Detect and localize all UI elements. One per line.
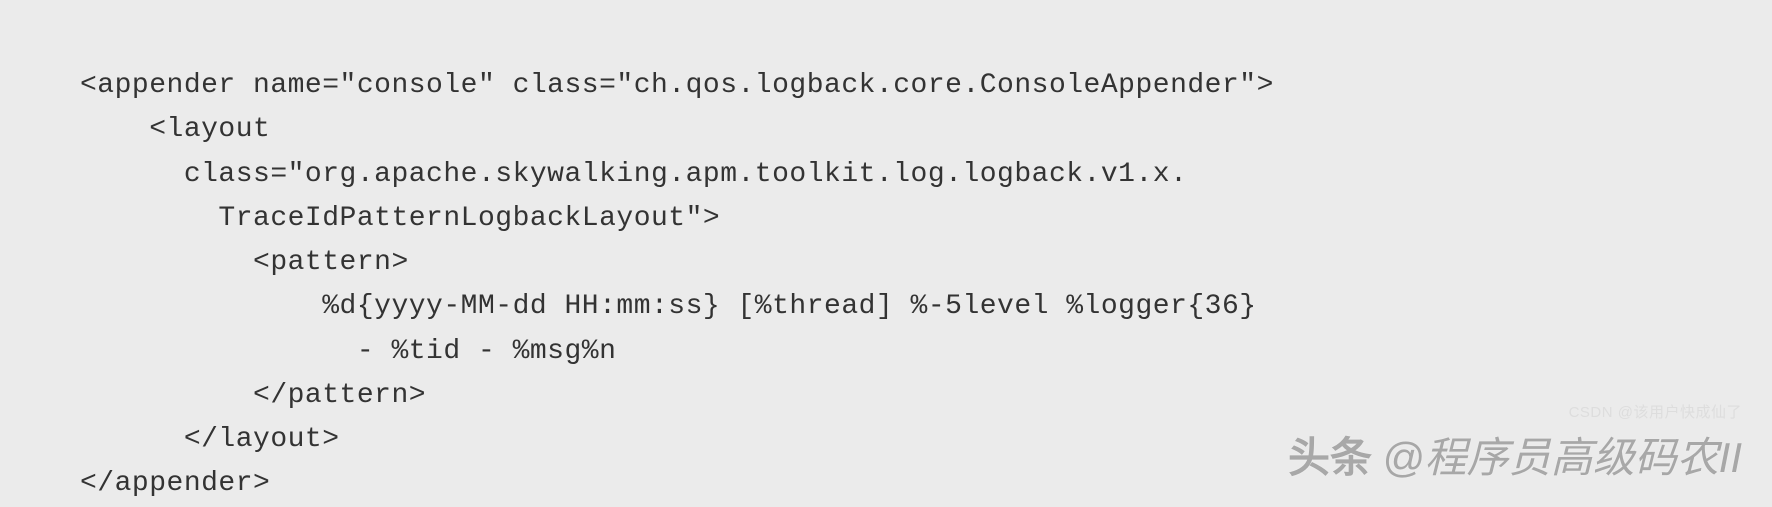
code-line: </appender> — [80, 468, 270, 499]
code-line: - %tid - %msg%n — [80, 336, 616, 367]
code-line: %d{yyyy-MM-dd HH:mm:ss} [%thread] %-5lev… — [80, 291, 1257, 322]
code-line: </layout> — [80, 424, 340, 455]
csdn-watermark: CSDN @该用户快成仙了 — [1569, 401, 1742, 422]
code-line: <pattern> — [80, 247, 409, 278]
watermark-name: @程序员高级码农II — [1382, 424, 1742, 485]
code-line: <layout — [80, 114, 270, 145]
code-line: </pattern> — [80, 380, 426, 411]
watermark: 头条 @程序员高级码农II — [1288, 424, 1742, 485]
watermark-label: 头条 — [1288, 424, 1372, 485]
code-line: TraceIdPatternLogbackLayout"> — [80, 203, 720, 234]
csdn-text: CSDN @该用户快成仙了 — [1569, 404, 1742, 421]
code-line: class="org.apache.skywalking.apm.toolkit… — [80, 159, 1187, 190]
code-line: <appender name="console" class="ch.qos.l… — [80, 70, 1274, 101]
